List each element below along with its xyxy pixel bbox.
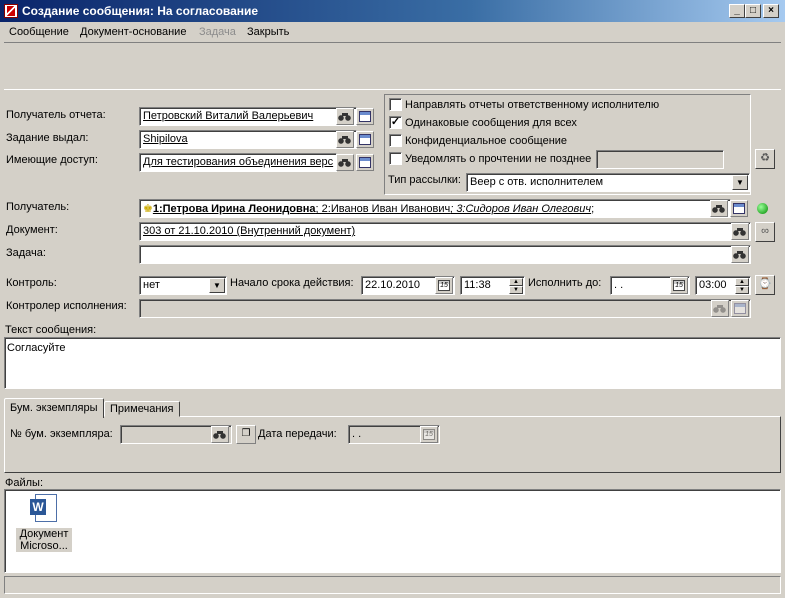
task-issuer-label: Задание выдал: [6, 132, 89, 144]
chevron-down-icon[interactable]: ▼ [209, 278, 225, 293]
files-area [4, 489, 781, 573]
calendar-icon[interactable]: 15 [435, 277, 453, 294]
notify-read-date [596, 150, 724, 169]
spin-down-icon[interactable]: ▼ [735, 286, 749, 294]
menu-base-document[interactable]: Документ-основание [80, 26, 186, 38]
same-messages-label: Одинаковые сообщения для всех [405, 117, 577, 129]
binoculars-icon[interactable] [211, 426, 229, 443]
file-name-line1: Документ [19, 528, 69, 540]
notify-read-label: Уведомлять о прочтении не позднее [405, 153, 592, 165]
recipient-label: Получатель: [6, 201, 70, 213]
paper-number-label: № бум. экземпляра: [10, 428, 113, 440]
recipient-field[interactable]: ♚1:Петрова Ирина Леонидовна; 2:Иванов Ив… [139, 199, 731, 218]
controller-label: Контролер исполнения: [6, 300, 127, 312]
start-label: Начало срока действия: [230, 277, 354, 289]
due-time-field[interactable]: 03:00 ▲ ▼ [695, 276, 751, 295]
minimize-button[interactable]: _ [729, 4, 745, 18]
message-label: Текст сообщения: [5, 324, 97, 336]
title-bar: Создание сообщения: На согласование _ □ … [0, 0, 785, 22]
toolbar [4, 42, 781, 90]
controller-field [139, 299, 751, 318]
address-book-icon[interactable] [356, 131, 374, 148]
report-recipient-field[interactable]: Петровский Виталий Валерьевич [139, 107, 357, 126]
control-select[interactable]: нет ▼ [139, 276, 227, 295]
calendar-icon: 15 [420, 426, 438, 443]
spin-up-icon[interactable]: ▲ [509, 278, 523, 286]
mailing-type-select[interactable]: Веер с отв. исполнителем ▼ [466, 173, 750, 192]
send-reports-checkbox[interactable] [389, 98, 402, 111]
transfer-date-label: Дата передачи: [258, 428, 337, 440]
mailing-type-label: Тип рассылки: [388, 174, 461, 186]
confidential-label: Конфиденциальное сообщение [405, 135, 568, 147]
tab-notes[interactable]: Примечания [104, 401, 180, 417]
refresh-icon[interactable]: ♻ [755, 149, 775, 169]
files-label: Файлы: [5, 477, 44, 489]
menu-close[interactable]: Закрыть [247, 26, 289, 38]
binoculars-icon[interactable] [336, 108, 354, 125]
task-label: Задача: [6, 247, 46, 259]
start-time-field[interactable]: 11:38 ▲ ▼ [460, 276, 525, 295]
menu-message[interactable]: Сообщение [9, 26, 69, 38]
spin-up-icon[interactable]: ▲ [735, 278, 749, 286]
address-book-icon[interactable] [356, 154, 374, 171]
calendar-icon[interactable]: 15 [670, 277, 688, 294]
address-book-icon [731, 300, 749, 317]
copy-documents-icon[interactable]: ❐ [236, 425, 256, 444]
link-icon[interactable]: ∞ [755, 222, 775, 242]
word-document-icon: W [29, 493, 59, 525]
task-field[interactable] [139, 245, 751, 264]
binoculars-icon[interactable] [731, 246, 749, 263]
due-label: Исполнить до: [528, 277, 602, 289]
address-book-icon[interactable] [730, 200, 748, 217]
binoculars-icon [711, 300, 729, 317]
notify-read-checkbox[interactable] [389, 152, 402, 165]
task-issuer-field[interactable]: Shipilova [139, 130, 357, 149]
control-label: Контроль: [6, 277, 57, 289]
binoculars-icon[interactable] [710, 200, 728, 217]
maximize-button[interactable]: □ [745, 4, 761, 18]
binoculars-icon[interactable] [336, 131, 354, 148]
confidential-checkbox[interactable] [389, 134, 402, 147]
report-recipient-label: Получатель отчета: [6, 109, 106, 121]
document-label: Документ: [6, 224, 58, 236]
same-messages-checkbox[interactable]: ✓ [389, 116, 402, 129]
file-name-line2: Microso... [20, 540, 68, 552]
window-title: Создание сообщения: На согласование [22, 4, 259, 18]
status-bar [4, 576, 781, 594]
binoculars-icon[interactable] [336, 154, 354, 171]
app-icon [4, 4, 18, 18]
access-field[interactable]: Для тестирования объединения верс [139, 153, 337, 172]
status-dot-icon [757, 203, 768, 214]
binoculars-icon[interactable] [731, 223, 749, 240]
clock-icon[interactable]: ⌚ [755, 275, 775, 295]
chevron-down-icon[interactable]: ▼ [732, 175, 748, 190]
user-group-icon: ♚ [143, 203, 153, 215]
address-book-icon[interactable] [356, 108, 374, 125]
message-textarea[interactable]: Согласуйте [4, 337, 781, 389]
close-button[interactable]: × [763, 4, 779, 18]
file-item[interactable]: W Документ Microso... [16, 493, 72, 555]
menu-task: Задача [199, 26, 236, 38]
menu-bar: Сообщение Документ-основание Задача Закр… [0, 22, 785, 42]
document-field[interactable]: 303 от 21.10.2010 (Внутренний документ) [139, 222, 751, 241]
spin-down-icon[interactable]: ▼ [509, 286, 523, 294]
tab-paper-copies[interactable]: Бум. экземпляры [4, 398, 104, 418]
send-reports-label: Направлять отчеты ответственному исполни… [405, 99, 660, 111]
access-label: Имеющие доступ: [6, 154, 98, 166]
